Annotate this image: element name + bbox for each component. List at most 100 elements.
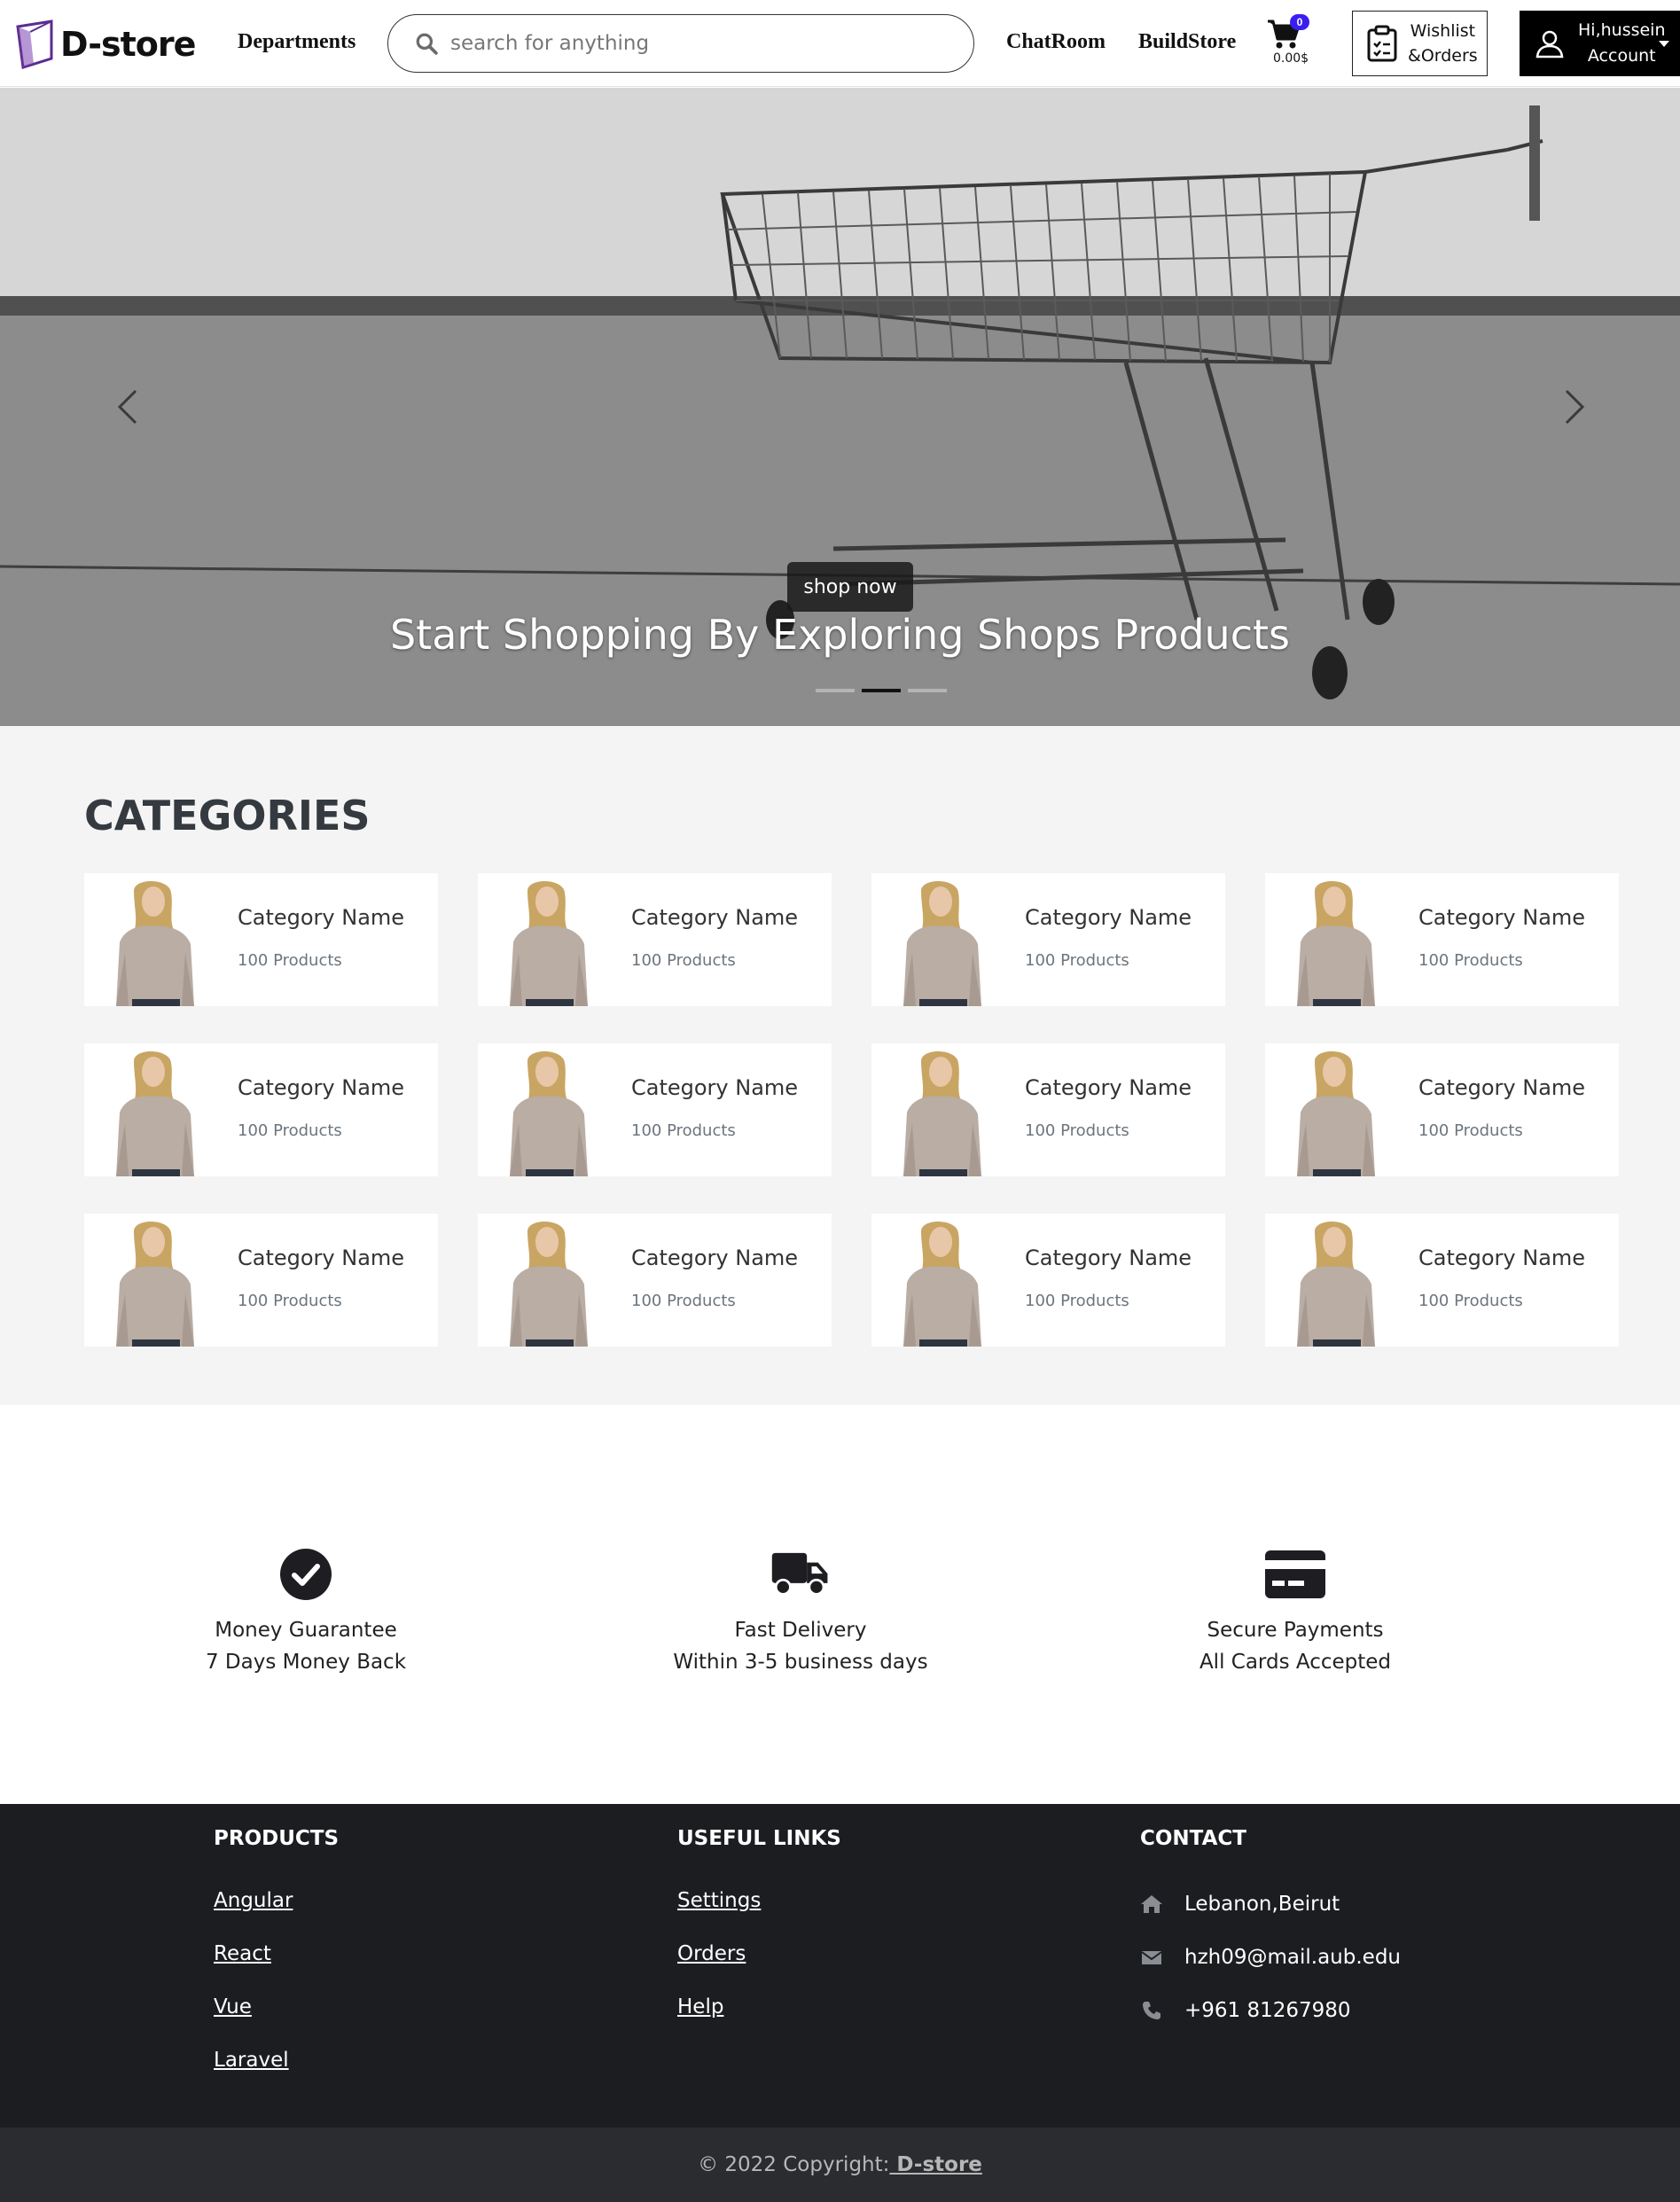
footer-products: PRODUCTS Angular React Vue Laravel <box>214 1827 339 2079</box>
copyright-brand-link[interactable]: D-store <box>889 2153 982 2176</box>
features-section: Money Guarantee 7 Days Money Back Fast D… <box>0 1405 1680 1804</box>
caret-down-icon <box>1659 41 1669 47</box>
nav-departments[interactable]: Departments <box>238 30 356 54</box>
search-input[interactable] <box>450 32 947 55</box>
logo-icon <box>16 20 53 69</box>
category-name: Category Name <box>1418 905 1586 930</box>
truck-icon <box>771 1552 828 1596</box>
wishlist-orders-button[interactable]: Wishlist &Orders <box>1352 11 1488 76</box>
category-card[interactable]: Category Name 100 Products <box>871 1043 1225 1176</box>
footer-useful-links: USEFUL LINKS Settings Orders Help <box>677 1827 841 2026</box>
category-image <box>895 1043 992 1176</box>
category-image <box>501 873 598 1006</box>
feature-title: Money Guarantee <box>215 1619 397 1642</box>
footer-link-vue[interactable]: Vue <box>214 1995 339 2026</box>
category-image <box>895 1214 992 1347</box>
hero-carousel: shop now Start Shopping By Exploring Sho… <box>0 88 1680 726</box>
account-label: Hi,hussein Account <box>1578 20 1666 66</box>
footer-link-laravel[interactable]: Laravel <box>214 2049 339 2079</box>
search-icon <box>416 33 438 55</box>
envelope-icon <box>1141 1951 1162 1964</box>
footer-link-angular[interactable]: Angular <box>214 1889 339 1919</box>
category-card[interactable]: Category Name 100 Products <box>1265 873 1619 1006</box>
feature-subtitle: 7 Days Money Back <box>205 1651 407 1674</box>
brand[interactable]: D-store <box>16 20 196 69</box>
category-count: 100 Products <box>631 951 736 970</box>
category-card[interactable]: Category Name 100 Products <box>478 1043 832 1176</box>
feature-title: Fast Delivery <box>734 1619 867 1642</box>
copyright-text: © 2022 Copyright: <box>698 2153 890 2176</box>
carousel-indicator-active[interactable] <box>862 689 901 692</box>
category-name: Category Name <box>1025 1075 1192 1100</box>
category-image <box>1288 1214 1386 1347</box>
category-count: 100 Products <box>238 1292 342 1310</box>
category-card[interactable]: Category Name 100 Products <box>478 1214 832 1347</box>
carousel-next-icon[interactable] <box>1547 380 1600 433</box>
shop-now-button[interactable]: shop now <box>787 562 913 612</box>
nav-chatroom[interactable]: ChatRoom <box>1006 30 1106 54</box>
carousel-indicators <box>816 689 947 692</box>
cart-count-badge: 0 <box>1290 14 1309 30</box>
category-card[interactable]: Category Name 100 Products <box>478 873 832 1006</box>
category-image <box>501 1043 598 1176</box>
search-bar[interactable] <box>387 14 974 73</box>
carousel-indicator[interactable] <box>908 689 947 692</box>
category-count: 100 Products <box>1025 1121 1129 1140</box>
footer-contact: CONTACT Lebanon,Beirut hzh09@mail.aub.ed… <box>1140 1827 1401 2026</box>
contact-phone: +961 81267980 <box>1140 1995 1401 2026</box>
category-name: Category Name <box>238 1245 405 1270</box>
category-image <box>107 873 205 1006</box>
nav-buildstore[interactable]: BuildStore <box>1138 30 1236 54</box>
footer-link-help[interactable]: Help <box>677 1995 841 2026</box>
category-name: Category Name <box>631 1075 799 1100</box>
category-image <box>1288 873 1386 1006</box>
feature-secure-payments: Secure Payments All Cards Accepted <box>1118 1547 1473 1678</box>
category-image <box>1288 1043 1386 1176</box>
category-count: 100 Products <box>631 1292 736 1310</box>
home-icon <box>1141 1895 1162 1913</box>
cart-button[interactable]: 0 0.00$ <box>1266 12 1312 67</box>
feature-subtitle: Within 3-5 business days <box>673 1651 928 1674</box>
feature-subtitle: All Cards Accepted <box>1199 1651 1392 1674</box>
category-card[interactable]: Category Name 100 Products <box>1265 1214 1619 1347</box>
category-card[interactable]: Category Name 100 Products <box>1265 1043 1619 1176</box>
category-card[interactable]: Category Name 100 Products <box>84 873 438 1006</box>
cart-total: 0.00$ <box>1273 51 1309 66</box>
navbar: D-store Departments ChatRoom BuildStore … <box>0 0 1680 87</box>
category-name: Category Name <box>631 1245 799 1270</box>
contact-email: hzh09@mail.aub.edu <box>1140 1942 1401 1972</box>
footer-heading: PRODUCTS <box>214 1827 340 1850</box>
category-card[interactable]: Category Name 100 Products <box>84 1043 438 1176</box>
contact-address: Lebanon,Beirut <box>1140 1889 1401 1919</box>
category-count: 100 Products <box>238 951 342 970</box>
category-count: 100 Products <box>1025 1292 1129 1310</box>
footer: PRODUCTS Angular React Vue Laravel USEFU… <box>0 1804 1680 2128</box>
carousel-prev-icon[interactable] <box>102 380 155 433</box>
category-card[interactable]: Category Name 100 Products <box>871 1214 1225 1347</box>
category-name: Category Name <box>238 905 405 930</box>
category-image <box>895 873 992 1006</box>
category-image <box>501 1214 598 1347</box>
feature-fast-delivery: Fast Delivery Within 3-5 business days <box>623 1547 978 1678</box>
category-card[interactable]: Category Name 100 Products <box>871 873 1225 1006</box>
category-name: Category Name <box>1418 1245 1586 1270</box>
category-count: 100 Products <box>1418 1121 1523 1140</box>
footer-link-settings[interactable]: Settings <box>677 1889 841 1919</box>
category-name: Category Name <box>238 1075 405 1100</box>
carousel-indicator[interactable] <box>816 689 855 692</box>
account-menu-button[interactable]: Hi,hussein Account <box>1520 11 1680 76</box>
category-name: Category Name <box>1025 905 1192 930</box>
category-name: Category Name <box>631 905 799 930</box>
footer-link-orders[interactable]: Orders <box>677 1942 841 1972</box>
feature-title: Secure Payments <box>1207 1619 1384 1642</box>
category-card[interactable]: Category Name 100 Products <box>84 1214 438 1347</box>
footer-heading: USEFUL LINKS <box>677 1827 841 1850</box>
footer-link-react[interactable]: React <box>214 1942 339 1972</box>
category-count: 100 Products <box>238 1121 342 1140</box>
copyright-bar: © 2022 Copyright: D-store <box>0 2128 1680 2202</box>
category-image <box>107 1214 205 1347</box>
brand-name: D-store <box>60 25 196 64</box>
credit-card-icon <box>1265 1550 1325 1598</box>
categories-heading: CATEGORIES <box>84 792 371 839</box>
category-count: 100 Products <box>1025 951 1129 970</box>
